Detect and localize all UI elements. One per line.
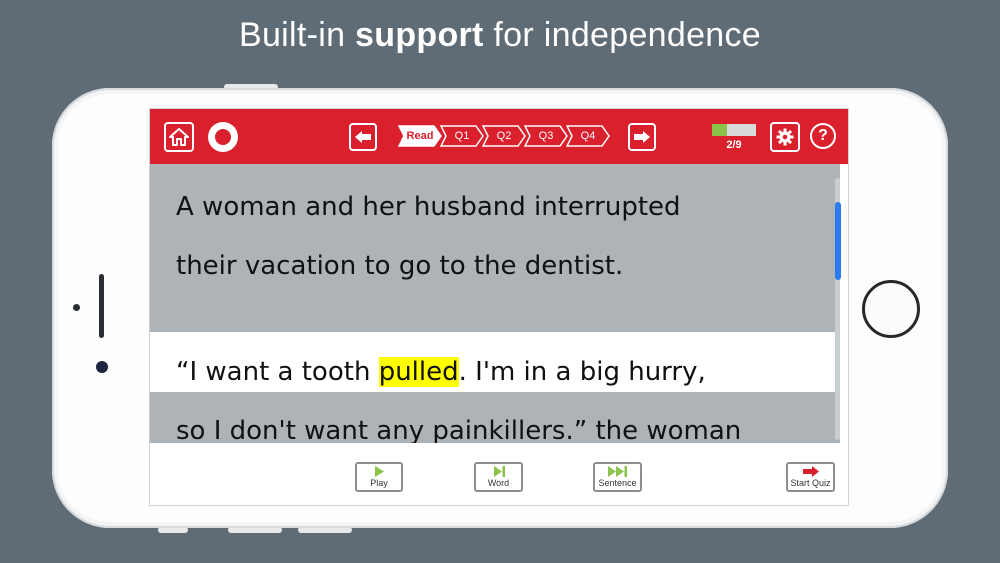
- home-icon: [169, 128, 189, 146]
- help-button[interactable]: ?: [810, 123, 836, 149]
- bottom-controls: Play Word Sentence Start Quiz: [150, 443, 848, 505]
- passage-line: their vacation to go to the dentist.: [176, 251, 624, 281]
- sentence-button[interactable]: Sentence: [593, 462, 642, 492]
- top-toolbar: Read Q1 Q2 Q3 Q4 2/9 ?: [150, 109, 848, 164]
- passage-line: so I don't want any painkillers.” the wo…: [176, 416, 742, 443]
- tab-q4[interactable]: Q4: [566, 125, 610, 147]
- phone-home-button[interactable]: [862, 280, 920, 338]
- phone-speaker: [99, 274, 104, 338]
- highlighted-word[interactable]: pulled: [378, 357, 459, 387]
- gear-icon: [776, 128, 794, 146]
- phone-sensor: [73, 304, 80, 311]
- step-word-icon: [493, 466, 505, 477]
- page-headline: Built-in support for independence: [238, 16, 762, 54]
- reading-passage: A woman and her husband interrupted thei…: [150, 164, 848, 443]
- app-screen: Read Q1 Q2 Q3 Q4 2/9 ? A woman and her h…: [149, 108, 849, 506]
- tab-q3[interactable]: Q3: [524, 125, 568, 147]
- arrow-left-icon: [355, 131, 371, 143]
- scrollbar-thumb[interactable]: [835, 202, 841, 280]
- phone-camera: [96, 361, 108, 373]
- sentence-band-read: [150, 164, 840, 332]
- home-button[interactable]: [164, 122, 194, 152]
- play-button[interactable]: Play: [355, 462, 403, 492]
- tab-q1[interactable]: Q1: [440, 125, 484, 147]
- arrow-right-icon: [634, 131, 650, 143]
- previous-button[interactable]: [349, 123, 377, 151]
- passage-line-current: “I want a tooth pulled. I'm in a big hur…: [176, 357, 706, 387]
- record-button[interactable]: [208, 122, 238, 152]
- next-button[interactable]: [628, 123, 656, 151]
- progress-text: 2/9: [726, 139, 742, 151]
- word-button[interactable]: Word: [474, 462, 523, 492]
- start-quiz-button[interactable]: Start Quiz: [786, 462, 835, 492]
- play-icon: [375, 466, 384, 477]
- settings-button[interactable]: [770, 122, 800, 152]
- arrow-right-icon: [802, 466, 819, 477]
- progress-bar: [712, 124, 756, 136]
- tab-read[interactable]: Read: [398, 125, 442, 147]
- record-icon: [215, 129, 231, 145]
- tab-q2[interactable]: Q2: [482, 125, 526, 147]
- progress-fill: [712, 124, 727, 136]
- step-sentence-icon: [607, 466, 627, 477]
- passage-line: A woman and her husband interrupted: [176, 192, 681, 222]
